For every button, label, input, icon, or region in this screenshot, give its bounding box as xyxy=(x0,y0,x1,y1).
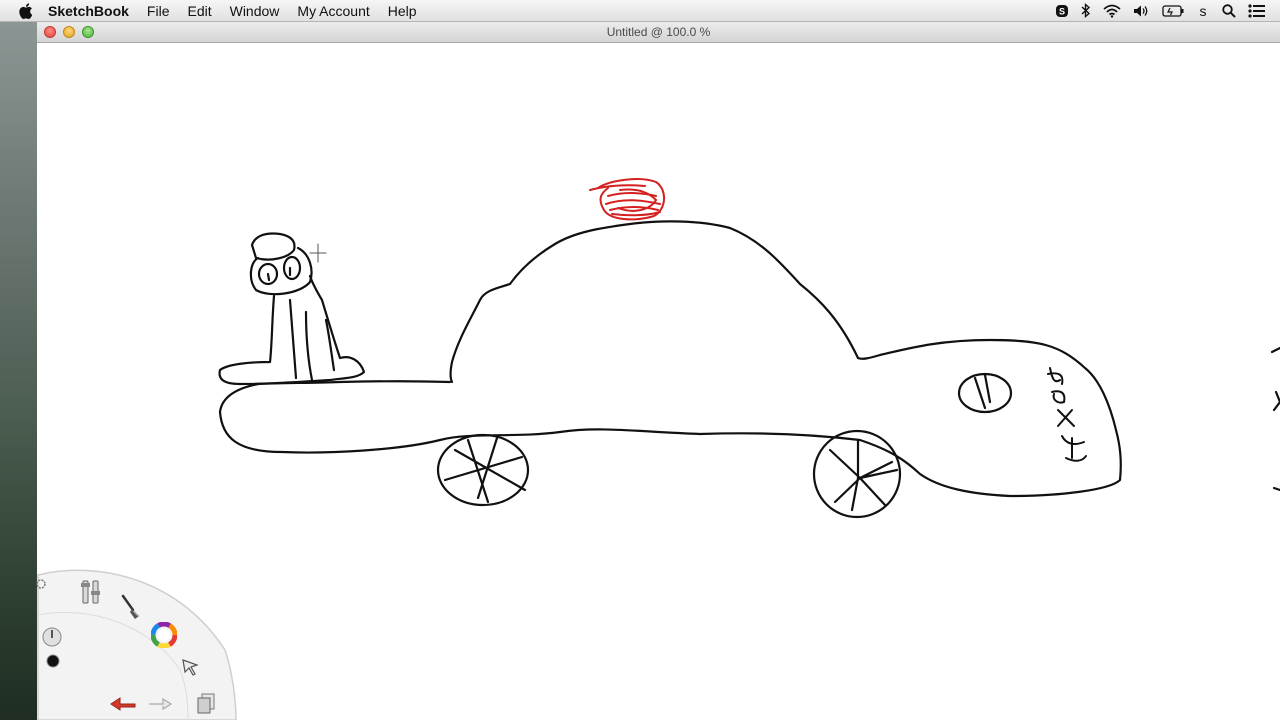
menu-edit[interactable]: Edit xyxy=(178,0,220,22)
window-titlebar[interactable]: Untitled @ 100.0 % xyxy=(37,22,1280,43)
car-cab-outline xyxy=(449,220,860,384)
notification-center-icon[interactable] xyxy=(1248,0,1266,22)
layers-icon[interactable] xyxy=(194,690,218,716)
settings-gear-icon[interactable] xyxy=(34,576,48,592)
skype-icon[interactable]: S xyxy=(1055,0,1069,22)
menu-bar: SketchBook File Edit Window My Account H… xyxy=(0,0,1280,22)
current-color-swatch[interactable] xyxy=(44,652,62,670)
sketch-drawing xyxy=(218,178,1280,519)
menu-window[interactable]: Window xyxy=(221,0,289,22)
brush-size-icon[interactable] xyxy=(40,626,64,648)
menu-help[interactable]: Help xyxy=(379,0,426,22)
figure-right-eye xyxy=(282,255,302,281)
red-siren xyxy=(589,178,665,221)
volume-icon[interactable] xyxy=(1133,0,1150,22)
cursor-crosshair xyxy=(309,243,327,263)
figure-hat xyxy=(250,232,296,261)
svg-text:S: S xyxy=(1059,6,1065,16)
desktop-background xyxy=(0,22,40,720)
color-wheel-icon[interactable] xyxy=(150,621,178,649)
bluetooth-icon[interactable] xyxy=(1081,0,1091,22)
undo-icon[interactable] xyxy=(108,692,138,714)
figure-legs xyxy=(288,298,336,382)
car-body-outline xyxy=(218,338,1122,498)
car-text-scribble xyxy=(1047,367,1087,462)
redo-icon[interactable] xyxy=(146,692,174,714)
sketchbook-window: Untitled @ 100.0 % xyxy=(37,22,1280,720)
drawing-canvas[interactable] xyxy=(37,43,1280,720)
pointer-icon[interactable] xyxy=(178,655,202,679)
brush-properties-icon[interactable] xyxy=(78,576,104,606)
headlight-mark xyxy=(973,373,992,410)
battery-icon[interactable] xyxy=(1162,0,1184,22)
user-menu[interactable]: s xyxy=(1196,0,1210,22)
figure-pupils xyxy=(266,266,292,282)
wifi-icon[interactable] xyxy=(1103,0,1121,22)
window-title: Untitled @ 100.0 % xyxy=(606,25,711,39)
status-menus: S s xyxy=(1049,0,1280,22)
menu-file[interactable]: File xyxy=(138,0,179,22)
menu-my-account[interactable]: My Account xyxy=(288,0,378,22)
menu-app-name[interactable]: SketchBook xyxy=(46,0,138,22)
apple-menu-icon[interactable] xyxy=(14,2,38,19)
front-wheel xyxy=(436,433,530,507)
spotlight-icon[interactable] xyxy=(1222,0,1236,22)
edge-mark xyxy=(1270,346,1280,492)
front-wheel-spokes xyxy=(443,436,527,504)
paintbrush-icon[interactable] xyxy=(118,592,144,622)
